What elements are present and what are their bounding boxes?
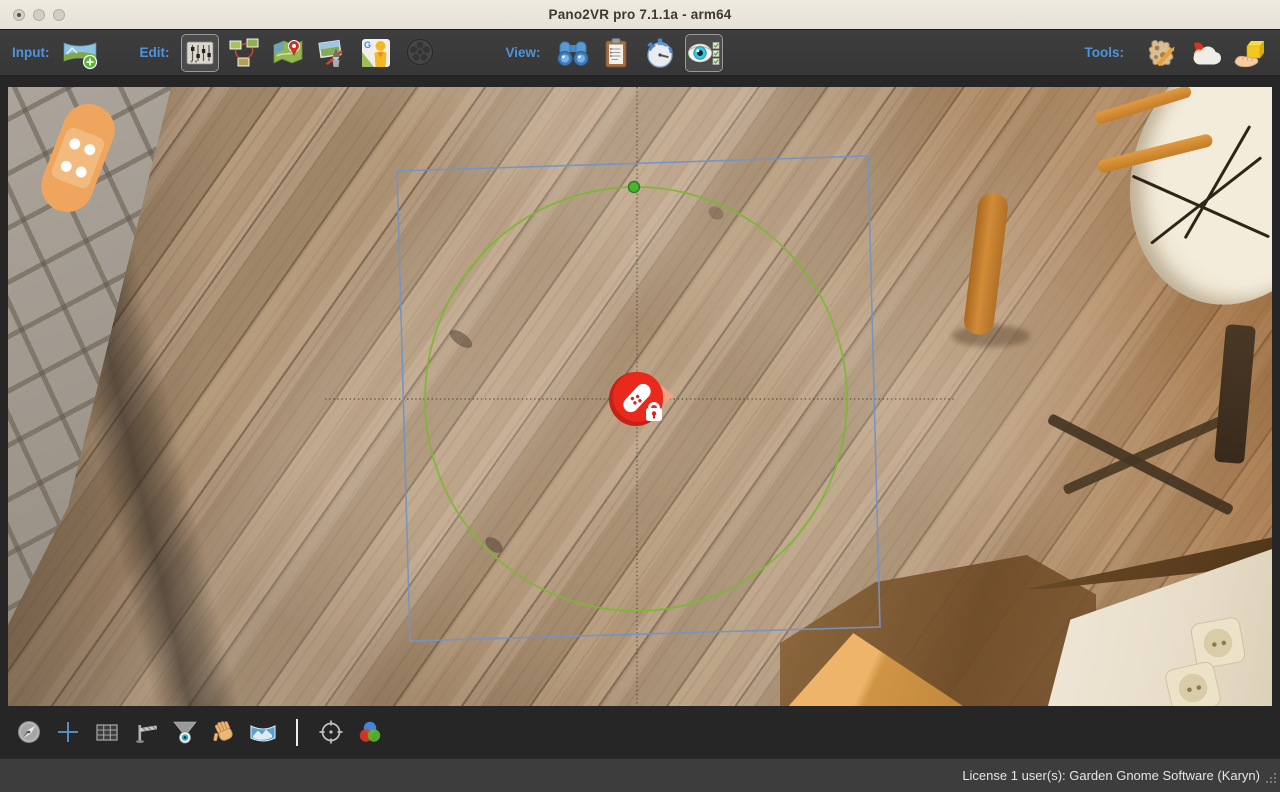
panorama-canvas[interactable] (8, 87, 1272, 706)
tools-group: Tools: (1085, 34, 1269, 72)
app-window: Pano2VR pro 7.1.1a - arm64 Input: Edit: (0, 0, 1280, 792)
window-title: Pano2VR pro 7.1.1a - arm64 (548, 7, 731, 22)
panorama-view-button[interactable] (248, 717, 278, 747)
viewer-area (0, 76, 1280, 758)
input-group (61, 34, 99, 72)
tools-label: Tools: (1085, 45, 1125, 60)
patch-editor-button[interactable] (313, 34, 351, 72)
stopwatch-icon (643, 36, 677, 70)
statusbar: License 1 user(s): Garden Gnome Software… (0, 758, 1280, 792)
blue-crosshair-icon (55, 719, 81, 745)
skin-pencil-icon (1143, 36, 1179, 70)
eye-checklist-icon (686, 36, 722, 70)
map-pin-icon (271, 36, 305, 70)
main-toolbar: Input: Edit: (0, 30, 1280, 76)
output-preview-button[interactable] (685, 34, 723, 72)
svg-text:G: G (364, 40, 371, 50)
viewer-toolbar (0, 706, 1280, 758)
linked-photos-icon (227, 36, 261, 70)
compass-icon (16, 719, 42, 745)
input-label: Input: (12, 45, 49, 60)
panorama-thumb-icon (249, 719, 277, 745)
stopwatch-button[interactable] (641, 34, 679, 72)
view-cone-button[interactable] (170, 717, 200, 747)
gnome-cloud-button[interactable] (1186, 34, 1224, 72)
binoculars-icon (554, 36, 592, 70)
clipboard-icon (599, 36, 633, 70)
titlebar: Pano2VR pro 7.1.1a - arm64 (0, 0, 1280, 30)
panorama-add-icon (62, 36, 98, 70)
view-label: View: (505, 45, 540, 60)
film-reel-icon (403, 36, 437, 70)
edit-label: Edit: (139, 45, 169, 60)
hand-box-icon (1231, 36, 1267, 70)
view-cone-eye-icon (171, 719, 199, 745)
crosshair-button[interactable] (53, 717, 83, 747)
color-channels-button[interactable] (355, 717, 385, 747)
skin-editor-button[interactable] (1142, 34, 1180, 72)
find-panoramas-button[interactable] (553, 34, 591, 72)
view-group (553, 34, 723, 72)
minimize-button[interactable] (33, 9, 45, 21)
street-view-pegman-icon: G (359, 36, 393, 70)
tour-map-button[interactable] (269, 34, 307, 72)
hand-icon (210, 719, 238, 745)
license-text: License 1 user(s): Garden Gnome Software… (962, 768, 1260, 783)
grid-icon (94, 719, 120, 745)
project-notes-button[interactable] (597, 34, 635, 72)
barrier-icon (133, 719, 159, 745)
limits-button[interactable] (131, 717, 161, 747)
pan-mode-button[interactable] (209, 717, 239, 747)
panorama-input-button[interactable] (61, 34, 99, 72)
package-viewer-button[interactable] (1230, 34, 1268, 72)
tour-browser-button[interactable] (225, 34, 263, 72)
street-view-button[interactable]: G (357, 34, 395, 72)
grid-button[interactable] (92, 717, 122, 747)
viewing-parameters-button[interactable] (181, 34, 219, 72)
toolbar-divider (296, 719, 298, 746)
rgb-circles-icon (356, 718, 384, 746)
animation-editor-button[interactable] (401, 34, 439, 72)
gnome-cloud-icon (1187, 36, 1223, 70)
circle-handle[interactable] (629, 182, 640, 193)
zoom-button[interactable] (53, 9, 65, 21)
traffic-lights (13, 0, 65, 30)
center-view-button[interactable] (316, 717, 346, 747)
resize-grip[interactable] (1265, 771, 1277, 789)
edit-group: G (181, 34, 439, 72)
editor-overlay (8, 87, 1272, 706)
close-button[interactable] (13, 9, 25, 21)
patch-marker-locked[interactable] (609, 372, 674, 426)
target-icon (317, 718, 345, 746)
compass-button[interactable] (14, 717, 44, 747)
bandage-sticker[interactable] (34, 96, 123, 219)
sliders-panel-icon (183, 36, 217, 70)
photo-gnome-icon (315, 36, 349, 70)
